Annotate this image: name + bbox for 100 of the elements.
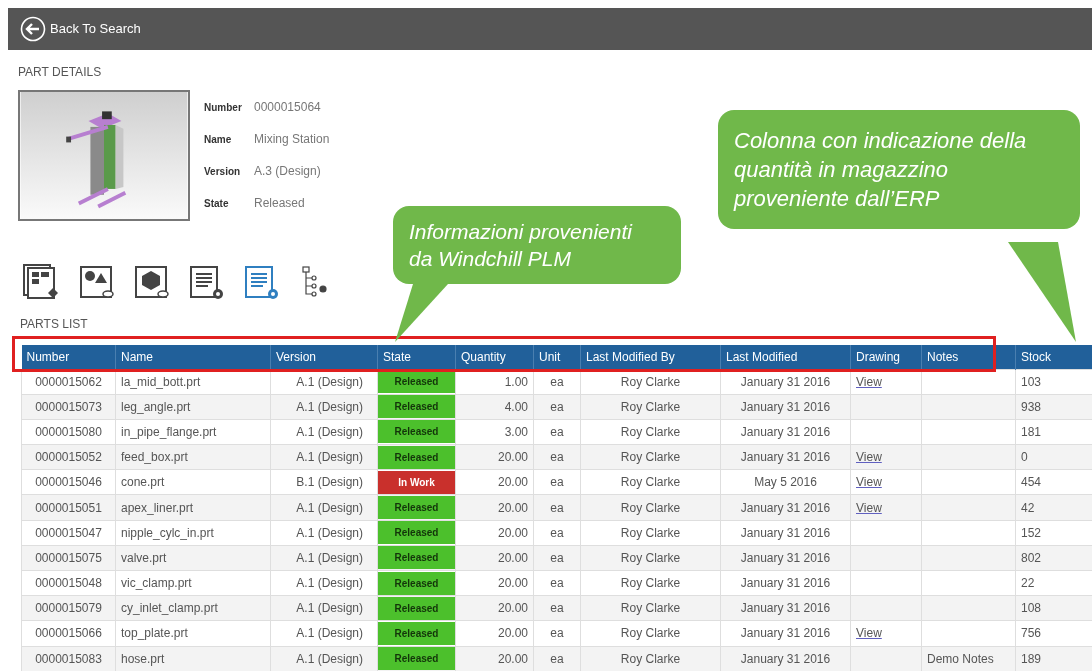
column-header[interactable]: Last Modified By bbox=[580, 345, 721, 369]
callout: Colonna con indicazione della quantità in magazzino proveniente dall’ERP bbox=[718, 110, 1080, 229]
table-cell: ea bbox=[533, 545, 581, 571]
table-cell: A.1 (Design) bbox=[270, 444, 378, 470]
state-badge: Released bbox=[378, 370, 455, 394]
table-cell: 20.00 bbox=[455, 444, 534, 470]
table-cell: January 31 2016 bbox=[720, 595, 851, 621]
table-cell: 0000015051 bbox=[21, 494, 116, 521]
table-cell: 1.00 bbox=[455, 369, 534, 395]
table-cell: la_mid_bott.prt bbox=[115, 369, 271, 395]
table-cell: Roy Clarke bbox=[580, 494, 721, 521]
table-cell: January 31 2016 bbox=[720, 620, 851, 647]
table-cell: B.1 (Design) bbox=[270, 469, 378, 495]
table-cell: Roy Clarke bbox=[580, 394, 721, 420]
table-cell: 0000015062 bbox=[21, 369, 116, 395]
table-cell: 0000015048 bbox=[21, 570, 116, 596]
table-cell: top_plate.prt bbox=[115, 620, 271, 647]
state-badge: Released bbox=[378, 647, 455, 671]
table-cell: May 5 2016 bbox=[720, 469, 851, 495]
column-header[interactable]: Name bbox=[115, 345, 271, 369]
back-button[interactable]: Back To Search bbox=[20, 16, 141, 42]
table-cell: January 31 2016 bbox=[720, 520, 851, 546]
table-cell: leg_angle.prt bbox=[115, 394, 271, 420]
table-cell: 20.00 bbox=[455, 469, 534, 495]
table-cell: Roy Clarke bbox=[580, 444, 721, 470]
table-cell: ea bbox=[533, 595, 581, 621]
document-gear-icon[interactable] bbox=[242, 263, 280, 301]
column-header[interactable]: Stock bbox=[1015, 345, 1092, 369]
table-cell: 0000015052 bbox=[21, 444, 116, 470]
field-value: Released bbox=[254, 195, 305, 212]
table-cell: A.1 (Design) bbox=[270, 570, 378, 596]
table-cell: Roy Clarke bbox=[580, 595, 721, 621]
table-cell: A.1 (Design) bbox=[270, 419, 378, 445]
table-cell: cone.prt bbox=[115, 469, 271, 495]
cube-icon[interactable] bbox=[132, 263, 170, 301]
table-cell: January 31 2016 bbox=[720, 570, 851, 596]
state-badge: Released bbox=[378, 571, 455, 595]
table-cell: January 31 2016 bbox=[720, 545, 851, 571]
field-label: State bbox=[204, 196, 230, 211]
column-header[interactable]: Unit bbox=[533, 345, 581, 369]
table-cell: A.1 (Design) bbox=[270, 545, 378, 571]
documents-icon[interactable] bbox=[22, 263, 60, 301]
table-cell: Roy Clarke bbox=[580, 369, 721, 395]
table-cell: 20.00 bbox=[455, 545, 534, 571]
section-title: PART DETAILS bbox=[18, 64, 103, 81]
table-cell: 0000015075 bbox=[21, 545, 116, 571]
table-cell: valve.prt bbox=[115, 545, 271, 571]
state-badge: Released bbox=[378, 420, 455, 444]
table-cell: A.1 (Design) bbox=[270, 494, 378, 521]
field-label: Version bbox=[204, 164, 242, 179]
table-cell: A.1 (Design) bbox=[270, 595, 378, 621]
section-title: PARTS LIST bbox=[20, 316, 89, 333]
document-gear-icon[interactable] bbox=[187, 263, 225, 301]
table-cell: ea bbox=[533, 620, 581, 647]
state-badge: Released bbox=[378, 546, 455, 570]
table-cell: vic_clamp.prt bbox=[115, 570, 271, 596]
table-cell: A.1 (Design) bbox=[270, 394, 378, 420]
table-cell: Demo Notes bbox=[927, 651, 994, 666]
column-header[interactable]: Version bbox=[270, 345, 378, 369]
table-cell: 0000015083 bbox=[21, 646, 116, 671]
shapes-icon[interactable] bbox=[77, 263, 115, 301]
table-cell: in_pipe_flange.prt bbox=[115, 419, 271, 445]
column-header[interactable]: Notes bbox=[921, 345, 1016, 369]
table-cell: January 31 2016 bbox=[720, 369, 851, 395]
column-header[interactable]: Drawing bbox=[850, 345, 922, 369]
column-header[interactable]: Last Modified bbox=[720, 345, 851, 369]
table-cell: 0000015066 bbox=[21, 620, 116, 647]
table-cell: 20.00 bbox=[455, 520, 534, 546]
table-cell: 0000015079 bbox=[21, 595, 116, 621]
state-badge: In Work bbox=[378, 470, 455, 494]
table-cell: 20.00 bbox=[455, 620, 534, 647]
table-cell: ea bbox=[533, 520, 581, 546]
table-cell: January 31 2016 bbox=[720, 444, 851, 470]
state-badge: Released bbox=[378, 596, 455, 620]
table-cell: January 31 2016 bbox=[720, 394, 851, 420]
table-cell: Roy Clarke bbox=[580, 520, 721, 546]
state-badge: Released bbox=[378, 621, 455, 645]
column-header[interactable]: State bbox=[377, 345, 456, 369]
column-header[interactable]: Number bbox=[21, 345, 116, 369]
column-header[interactable]: Quantity bbox=[455, 345, 534, 369]
table-cell: 20.00 bbox=[455, 570, 534, 596]
table-cell: nipple_cylc_in.prt bbox=[115, 520, 271, 546]
table-cell: cy_inlet_clamp.prt bbox=[115, 595, 271, 621]
table-cell: Roy Clarke bbox=[580, 570, 721, 596]
table-cell: January 31 2016 bbox=[720, 419, 851, 445]
table-cell: ea bbox=[533, 419, 581, 445]
field-value: Mixing Station bbox=[254, 131, 330, 148]
table-cell: 3.00 bbox=[455, 419, 534, 445]
table-cell: Roy Clarke bbox=[580, 469, 721, 495]
table-cell: 0000015046 bbox=[21, 469, 116, 495]
table-cell: 0000015073 bbox=[21, 394, 116, 420]
table-cell: 20.00 bbox=[455, 595, 534, 621]
table-cell: apex_liner.prt bbox=[115, 494, 271, 521]
table-cell: 20.00 bbox=[455, 494, 534, 521]
table-cell: Roy Clarke bbox=[580, 545, 721, 571]
table-cell: Roy Clarke bbox=[580, 620, 721, 647]
table-cell: A.1 (Design) bbox=[270, 620, 378, 647]
state-badge: Released bbox=[378, 395, 455, 419]
table-cell: A.1 (Design) bbox=[270, 369, 378, 395]
table-cell: ea bbox=[533, 494, 581, 521]
